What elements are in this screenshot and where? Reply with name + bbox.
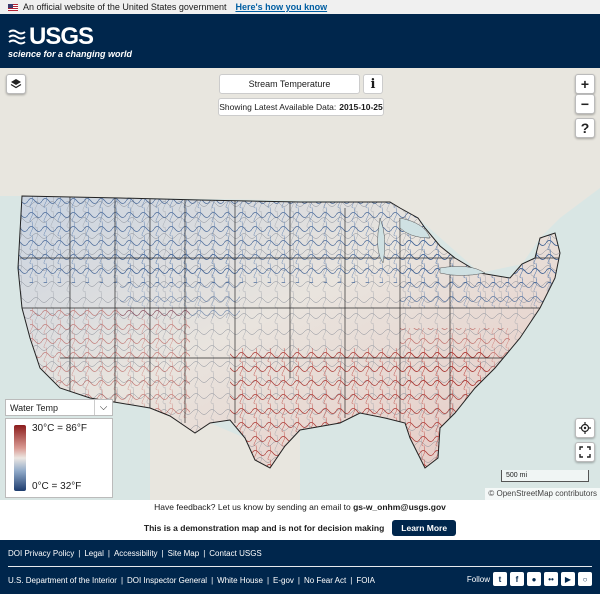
legend-color-bar — [14, 425, 26, 491]
legend-high-label: 30°C = 86°F — [32, 423, 87, 434]
footer-link-whitehouse[interactable]: White House — [217, 576, 263, 585]
footer-link-inspector[interactable]: DOI Inspector General — [127, 576, 207, 585]
logo-text: USGS — [29, 23, 94, 50]
fullscreen-icon — [579, 446, 591, 458]
usgs-wave-icon — [8, 29, 26, 45]
crosshair-icon — [579, 422, 591, 434]
footer-link-foia[interactable]: FOIA — [356, 576, 375, 585]
footer-link-egov[interactable]: E-gov — [273, 576, 294, 585]
usgs-logo[interactable]: USGS science for a changing world — [8, 23, 132, 59]
facebook-icon[interactable]: f — [510, 572, 524, 586]
us-flag-icon — [8, 3, 18, 11]
footer-link-privacy[interactable]: DOI Privacy Policy — [8, 549, 74, 558]
footer-link-sitemap[interactable]: Site Map — [168, 549, 200, 558]
demo-text: This is a demonstration map and is not f… — [143, 522, 385, 533]
map-attribution: © OpenStreetMap contributors — [485, 488, 600, 500]
instagram-icon[interactable]: ○ — [578, 572, 592, 586]
attribution-text[interactable]: © OpenStreetMap contributors — [488, 489, 597, 498]
footer-link-doi[interactable]: U.S. Department of the Interior — [8, 576, 117, 585]
site-footer: DOI Privacy Policy | Legal | Accessibility… — [0, 540, 600, 594]
legend-panel: 30°C = 86°F 0°C = 32°F — [5, 418, 113, 498]
fullscreen-button[interactable] — [575, 442, 595, 462]
stream-temperature-map[interactable]: Stream Temperature i Showing Latest Avai… — [0, 68, 600, 500]
feedback-email[interactable]: gs-w_onhm@usgs.gov — [353, 502, 446, 512]
footer-link-contact[interactable]: Contact USGS — [209, 549, 261, 558]
map-title: Stream Temperature — [219, 74, 360, 94]
layers-icon — [10, 79, 22, 89]
feedback-text: Have feedback? Let us know by sending an… — [154, 502, 351, 512]
info-button[interactable]: i — [363, 74, 383, 94]
gov-banner-text: An official website of the United States… — [23, 2, 227, 12]
footer-links-secondary: U.S. Department of the Interior | DOI Ins… — [0, 567, 600, 594]
scale-bar: 500 mi — [501, 470, 589, 482]
social-follow: Follow t f ● •• ▶ ○ — [467, 572, 592, 586]
footer-link-accessibility[interactable]: Accessibility — [114, 549, 158, 558]
youtube-icon[interactable]: ▶ — [561, 572, 575, 586]
footer-links-primary: DOI Privacy Policy | Legal | Accessibility… — [8, 548, 262, 558]
date-display: Showing Latest Available Data: 2015-10-2… — [218, 98, 384, 116]
gov-banner: An official website of the United States… — [0, 0, 600, 14]
feedback-bar: Have feedback? Let us know by sending an… — [0, 500, 600, 515]
layers-button[interactable] — [6, 74, 26, 94]
learn-more-button[interactable]: Learn More — [392, 519, 457, 536]
legend-layer-select[interactable]: Water Temp ⌵ — [5, 399, 113, 416]
github-icon[interactable]: ● — [527, 572, 541, 586]
gov-banner-link[interactable]: Here's how you know — [235, 2, 327, 12]
chevron-down-icon[interactable]: ⌵ — [94, 400, 112, 415]
site-header: USGS science for a changing world — [0, 14, 600, 68]
footer-link-legal[interactable]: Legal — [84, 549, 104, 558]
help-button[interactable]: ? — [575, 118, 595, 138]
zoom-out-button[interactable]: − — [575, 94, 595, 114]
follow-label: Follow — [466, 574, 490, 584]
logo-tagline: science for a changing world — [8, 49, 133, 59]
date-value: 2015-10-25 — [339, 102, 383, 112]
zoom-in-button[interactable]: + — [575, 74, 595, 94]
legend-low-label: 0°C = 32°F — [32, 481, 82, 492]
legend-select-value: Water Temp — [10, 402, 59, 413]
twitter-icon[interactable]: t — [493, 572, 507, 586]
footer-link-nofear[interactable]: No Fear Act — [304, 576, 346, 585]
date-label: Showing Latest Available Data: — [219, 102, 337, 112]
demo-notice: This is a demonstration map and is not f… — [0, 515, 600, 540]
flickr-icon[interactable]: •• — [544, 572, 558, 586]
locate-button[interactable] — [575, 418, 595, 438]
